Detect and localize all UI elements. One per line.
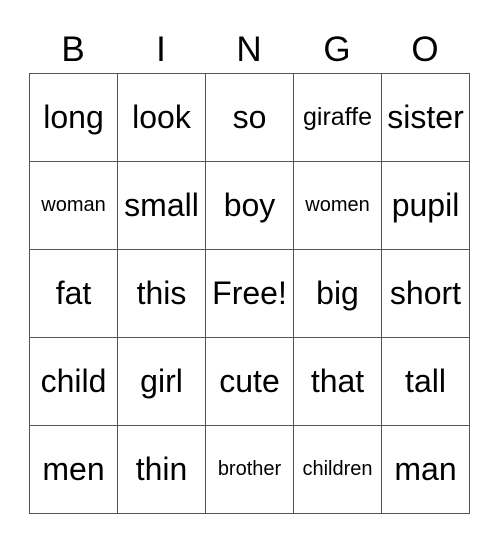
header-letter-o: O: [411, 30, 439, 69]
bingo-cell[interactable]: woman: [30, 162, 118, 250]
bingo-cell[interactable]: girl: [118, 338, 206, 426]
bingo-cell[interactable]: sister: [382, 74, 470, 162]
free-space-cell[interactable]: Free!: [206, 250, 294, 338]
header-letter-i: I: [156, 30, 166, 69]
bingo-grid: long look so giraffe sister woman small …: [29, 73, 470, 514]
bingo-cell[interactable]: giraffe: [294, 74, 382, 162]
bingo-cell[interactable]: cute: [206, 338, 294, 426]
bingo-cell[interactable]: man: [382, 426, 470, 514]
bingo-cell[interactable]: boy: [206, 162, 294, 250]
bingo-cell[interactable]: long: [30, 74, 118, 162]
bingo-cell[interactable]: big: [294, 250, 382, 338]
bingo-cell[interactable]: short: [382, 250, 470, 338]
header-letter-n: N: [236, 30, 262, 69]
bingo-cell[interactable]: brother: [206, 426, 294, 514]
bingo-cell[interactable]: child: [30, 338, 118, 426]
bingo-cell[interactable]: children: [294, 426, 382, 514]
header-letter-g: G: [323, 30, 351, 69]
header-letter-b: B: [61, 30, 85, 69]
bingo-cell[interactable]: thin: [118, 426, 206, 514]
bingo-cell[interactable]: look: [118, 74, 206, 162]
bingo-cell[interactable]: tall: [382, 338, 470, 426]
bingo-cell[interactable]: men: [30, 426, 118, 514]
bingo-cell[interactable]: fat: [30, 250, 118, 338]
bingo-cell[interactable]: so: [206, 74, 294, 162]
bingo-cell[interactable]: this: [118, 250, 206, 338]
bingo-cell[interactable]: that: [294, 338, 382, 426]
bingo-cell[interactable]: women: [294, 162, 382, 250]
bingo-header: B I N G O: [29, 28, 469, 72]
bingo-cell[interactable]: small: [118, 162, 206, 250]
bingo-cell[interactable]: pupil: [382, 162, 470, 250]
